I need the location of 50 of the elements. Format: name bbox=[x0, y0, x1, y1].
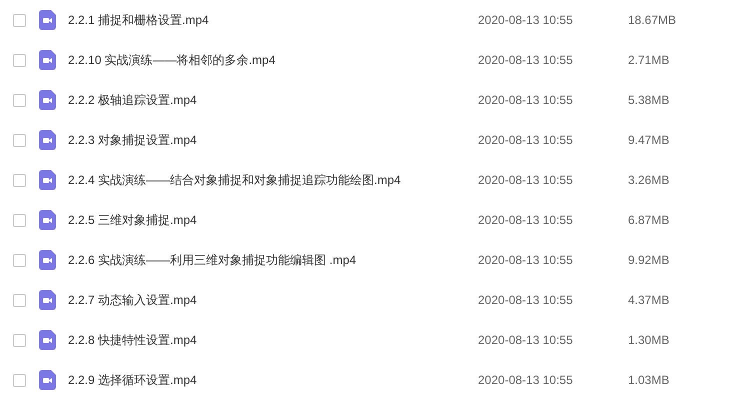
file-size: 1.03MB bbox=[628, 372, 670, 389]
modified-date: 2020-08-13 10:55 bbox=[478, 12, 574, 29]
modified-date: 2020-08-13 10:55 bbox=[478, 92, 574, 109]
video-file-icon bbox=[39, 10, 56, 30]
modified-date: 2020-08-13 10:55 bbox=[478, 132, 574, 149]
video-file-icon bbox=[39, 130, 56, 150]
modified-date: 2020-08-13 10:55 bbox=[478, 252, 574, 269]
file-name[interactable]: 2.2.7 动态输入设置.mp4 bbox=[68, 291, 478, 309]
file-name[interactable]: 2.2.4 实战演练——结合对象捕捉和对象捕捉追踪功能绘图.mp4 bbox=[68, 171, 478, 189]
checkbox[interactable] bbox=[13, 334, 26, 346]
file-name[interactable]: 2.2.1 捕捉和栅格设置.mp4 bbox=[68, 11, 478, 29]
file-name[interactable]: 2.2.8 快捷特性设置.mp4 bbox=[68, 331, 478, 349]
file-name[interactable]: 2.2.6 实战演练——利用三维对象捕捉功能编辑图 .mp4 bbox=[68, 251, 478, 269]
video-file-icon bbox=[39, 170, 56, 190]
modified-date: 2020-08-13 10:55 bbox=[478, 172, 574, 189]
checkbox[interactable] bbox=[13, 214, 26, 226]
file-size: 9.92MB bbox=[628, 252, 670, 269]
file-size: 18.67MB bbox=[628, 12, 676, 29]
checkbox[interactable] bbox=[13, 174, 26, 186]
modified-date: 2020-08-13 10:55 bbox=[478, 332, 574, 349]
file-size: 9.47MB bbox=[628, 132, 670, 149]
file-name[interactable]: 2.2.9 选择循环设置.mp4 bbox=[68, 371, 478, 389]
modified-date: 2020-08-13 10:55 bbox=[478, 212, 574, 229]
video-file-icon bbox=[39, 290, 56, 310]
video-file-icon bbox=[39, 250, 56, 270]
file-name[interactable]: 2.2.5 三维对象捕捉.mp4 bbox=[68, 211, 478, 229]
modified-date: 2020-08-13 10:55 bbox=[478, 52, 574, 69]
file-size: 1.30MB bbox=[628, 332, 670, 349]
modified-date: 2020-08-13 10:55 bbox=[478, 372, 574, 389]
file-size: 6.87MB bbox=[628, 212, 670, 229]
checkbox[interactable] bbox=[13, 14, 26, 26]
file-size: 3.26MB bbox=[628, 172, 670, 189]
video-file-icon bbox=[39, 50, 56, 70]
checkbox[interactable] bbox=[13, 54, 26, 66]
file-name[interactable]: 2.2.2 极轴追踪设置.mp4 bbox=[68, 91, 478, 109]
file-size: 2.71MB bbox=[628, 52, 670, 69]
video-file-icon bbox=[39, 90, 56, 110]
file-name[interactable]: 2.2.3 对象捕捉设置.mp4 bbox=[68, 131, 478, 149]
checkbox[interactable] bbox=[13, 134, 26, 146]
modified-date: 2020-08-13 10:55 bbox=[478, 292, 574, 309]
checkbox[interactable] bbox=[13, 374, 26, 386]
checkbox[interactable] bbox=[13, 294, 26, 306]
checkbox[interactable] bbox=[13, 254, 26, 266]
file-name[interactable]: 2.2.10 实战演练——将相邻的多余.mp4 bbox=[68, 51, 478, 69]
file-size: 5.38MB bbox=[628, 92, 670, 109]
video-file-icon bbox=[39, 330, 56, 350]
checkbox[interactable] bbox=[13, 94, 26, 106]
video-file-icon bbox=[39, 210, 56, 230]
file-size: 4.37MB bbox=[628, 292, 670, 309]
video-file-icon bbox=[39, 370, 56, 390]
